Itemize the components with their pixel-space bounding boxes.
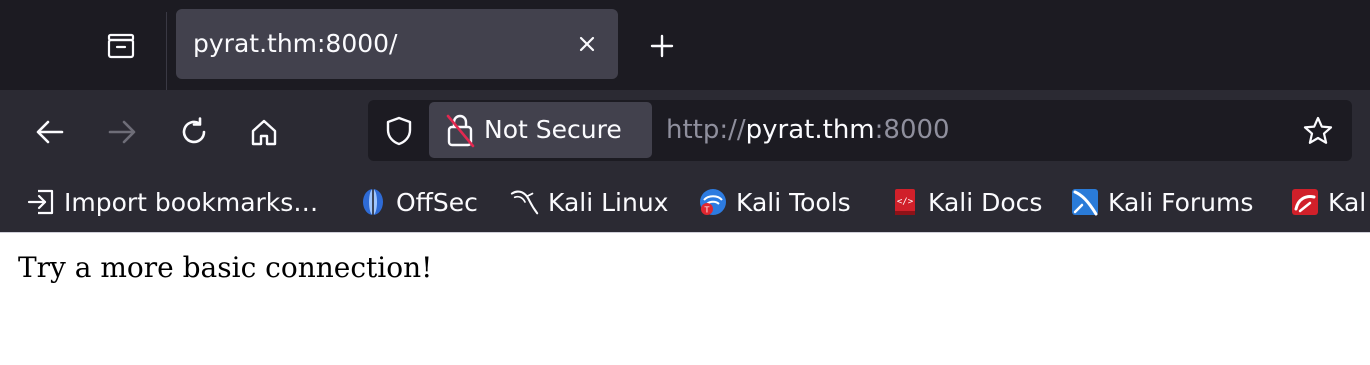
navigation-toolbar: Not Secure http://pyrat.thm:8000 — [0, 90, 1370, 172]
kali-forums-icon — [1070, 187, 1100, 217]
not-secure-label: Not Secure — [484, 115, 622, 144]
arrow-right-icon — [108, 120, 136, 144]
star-icon — [1303, 116, 1333, 144]
close-icon — [579, 36, 595, 52]
bookmark-import[interactable]: Import bookmarks… — [26, 172, 318, 232]
plus-icon — [650, 34, 674, 58]
bookmark-offsec[interactable]: OffSec — [358, 172, 478, 232]
kali-dragon-icon — [510, 187, 540, 217]
tab-list-icon — [107, 33, 135, 59]
tab-close-button[interactable] — [572, 29, 602, 59]
bookmarks-toolbar: Import bookmarks… OffSec Kali Linux T Ka… — [0, 172, 1370, 232]
page-message: Try a more basic connection! — [18, 251, 433, 284]
site-security-button[interactable]: Not Secure — [429, 102, 652, 158]
kali-docs-icon: </> — [890, 187, 920, 217]
tab-bar: pyrat.thm:8000/ — [0, 0, 1370, 90]
back-button[interactable] — [30, 112, 70, 152]
arrow-left-icon — [36, 120, 64, 144]
bookmark-label: Kali Docs — [928, 187, 1043, 217]
forward-button[interactable] — [102, 112, 142, 152]
tracking-protection-button[interactable] — [382, 114, 416, 148]
url-host: pyrat.thm — [745, 115, 875, 145]
bookmark-label: Import bookmarks… — [64, 187, 319, 217]
bookmark-kali-docs[interactable]: </> Kali Docs — [890, 172, 1042, 232]
tab-divider — [166, 12, 167, 90]
bookmark-kali-forums[interactable]: Kali Forums — [1070, 172, 1253, 232]
page-content: Try a more basic connection! — [0, 232, 1370, 365]
new-tab-button[interactable] — [644, 28, 680, 64]
home-icon — [251, 119, 277, 146]
kali-nethunter-icon — [1290, 187, 1320, 217]
reload-icon — [182, 117, 206, 144]
url-bar[interactable]: Not Secure http://pyrat.thm:8000 — [368, 100, 1352, 161]
svg-text:T: T — [704, 206, 710, 215]
bookmark-kali-tools[interactable]: T Kali Tools — [698, 172, 851, 232]
url-text[interactable]: http://pyrat.thm:8000 — [666, 100, 950, 161]
shield-icon — [386, 116, 412, 146]
bookmark-label: Kali Tools — [736, 187, 851, 217]
active-tab[interactable]: pyrat.thm:8000/ — [176, 9, 618, 79]
bookmark-label: Kali Linux — [548, 187, 669, 217]
import-icon — [26, 187, 56, 217]
bookmark-label: Kal — [1328, 187, 1367, 217]
bookmark-page-button[interactable] — [1300, 113, 1336, 149]
kali-tools-icon: T — [698, 187, 728, 217]
home-button[interactable] — [244, 112, 284, 152]
bookmark-kali-linux[interactable]: Kali Linux — [510, 172, 668, 232]
offsec-icon — [358, 187, 388, 217]
lock-slashed-icon — [446, 114, 475, 148]
bookmark-label: OffSec — [396, 187, 478, 217]
bookmark-label: Kali Forums — [1108, 187, 1254, 217]
tab-title: pyrat.thm:8000/ — [193, 29, 398, 58]
url-scheme: http:// — [666, 115, 746, 145]
svg-text:</>: </> — [897, 197, 914, 207]
tab-list-button[interactable] — [104, 30, 138, 62]
bookmark-kali-nethunter[interactable]: Kal — [1290, 172, 1366, 232]
url-port: :8000 — [874, 115, 950, 145]
reload-button[interactable] — [174, 112, 214, 152]
